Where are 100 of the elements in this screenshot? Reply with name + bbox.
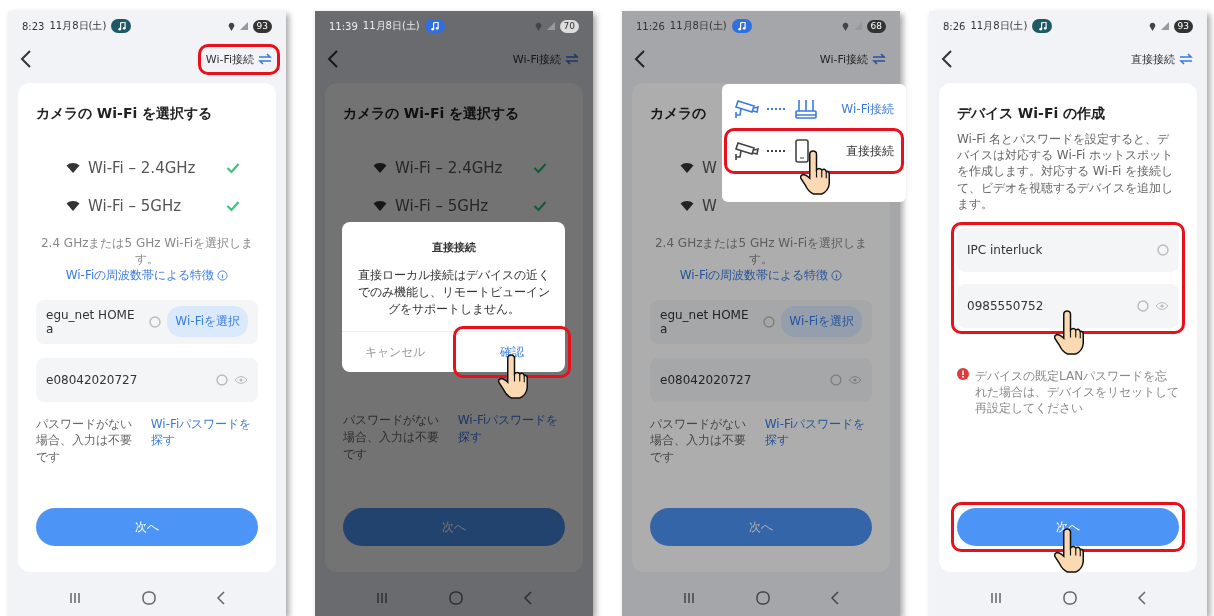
home-icon[interactable] xyxy=(1062,590,1078,606)
band-label: W xyxy=(702,197,718,215)
screen-title: カメラの Wi-Fi を選択する xyxy=(343,105,520,123)
status-time: 8:23 xyxy=(22,20,45,32)
eye-icon[interactable] xyxy=(234,374,248,385)
status-time: 8:26 xyxy=(943,20,966,32)
swap-icon xyxy=(1179,53,1193,65)
dialog-message: 直接ローカル接続はデバイスの近くでのみ機能し、リモートビューイングをサポートしません。 xyxy=(356,267,551,318)
menu-item[interactable]: 直接接続 xyxy=(730,134,898,168)
field-value: egu_net HOME a xyxy=(660,307,750,336)
field-value: e08042020727 xyxy=(46,372,139,387)
recent-apps-icon[interactable] xyxy=(681,592,696,604)
info-text: 2.4 GHzまたは5 GHz Wi-Fiを選択します。 xyxy=(39,235,254,268)
recent-apps-icon[interactable] xyxy=(988,592,1003,604)
clear-icon[interactable] xyxy=(216,373,228,386)
status-time: 11:26 xyxy=(636,20,665,32)
hint-text: パスワードがない場合、入力は不要です xyxy=(343,412,440,463)
battery-level: 68 xyxy=(866,19,886,33)
dialog-title: 直接接続 xyxy=(431,240,476,255)
password-field[interactable]: 0985550752 xyxy=(957,283,1179,328)
status-time: 11:39 xyxy=(329,20,358,32)
swap-icon xyxy=(258,53,272,65)
password-field[interactable]: e08042020727 xyxy=(36,357,258,402)
back-icon[interactable] xyxy=(1137,591,1148,605)
info-link[interactable]: Wi-Fiの周波数帯による特徴 xyxy=(679,267,829,284)
clear-icon[interactable] xyxy=(1137,299,1149,312)
clear-icon[interactable] xyxy=(830,373,842,386)
home-icon[interactable] xyxy=(755,590,771,606)
music-icon xyxy=(737,21,747,31)
screen-title: カメラの xyxy=(650,105,706,123)
back-icon[interactable] xyxy=(941,49,953,69)
back-icon[interactable] xyxy=(20,49,32,69)
battery-level: 70 xyxy=(559,19,579,33)
clear-icon[interactable] xyxy=(149,315,162,328)
field-value: egu_net HOME a xyxy=(46,307,136,336)
ssid-field[interactable]: egu_net HOME a Wi-Fiを選択 xyxy=(36,299,258,344)
info-text: 2.4 GHzまたは5 GHz Wi-Fiを選択します。 xyxy=(653,235,868,268)
battery-level: 93 xyxy=(1173,19,1193,33)
next-button[interactable]: 次へ xyxy=(36,508,258,546)
status-date: 11月8日(土) xyxy=(362,19,420,33)
eye-icon[interactable] xyxy=(1155,300,1169,311)
password-help-link[interactable]: Wi-Fiパスワードを探す xyxy=(764,415,872,466)
info-link[interactable]: Wi-Fiの周波数帯による特徴 xyxy=(65,267,215,284)
swap-icon xyxy=(565,53,579,65)
wifi-icon xyxy=(680,200,694,212)
field-value: 0985550752 xyxy=(967,298,1045,313)
clear-icon[interactable] xyxy=(1157,243,1169,256)
clear-icon[interactable] xyxy=(763,315,776,328)
back-icon[interactable] xyxy=(634,49,646,69)
connection-mode-button[interactable]: Wi-Fi接続 xyxy=(817,49,888,69)
connection-mode-button[interactable]: 直接接続 xyxy=(1129,49,1195,69)
screen-title: デバイス Wi-Fi の作成 xyxy=(957,105,1106,123)
select-wifi-button[interactable]: Wi-Fiを選択 xyxy=(167,306,248,338)
password-help-link[interactable]: Wi-Fiパスワードを探す xyxy=(150,415,258,466)
swap-icon xyxy=(872,53,886,65)
password-help-link[interactable]: Wi-Fiパスワードを探す xyxy=(457,412,565,463)
camera-icon xyxy=(734,139,760,163)
dots-icon xyxy=(766,107,788,111)
hint-text: パスワードがない場合、入力は不要です xyxy=(36,415,133,466)
location-icon xyxy=(227,21,235,31)
signal-icon xyxy=(239,22,248,30)
wifi-icon xyxy=(680,162,694,174)
ssid-field[interactable]: egu_net HOME a Wi-Fiを選択 xyxy=(650,299,872,344)
status-date: 11月8日(土) xyxy=(970,19,1028,33)
screen-title: カメラの Wi-Fi を選択する xyxy=(36,105,213,123)
wifi-icon xyxy=(66,162,80,174)
wifi-icon xyxy=(373,200,387,212)
connection-mode-button[interactable]: Wi-Fi接続 xyxy=(510,49,581,69)
back-icon[interactable] xyxy=(216,591,227,605)
wifi-icon xyxy=(66,200,80,212)
band-label: Wi-Fi – 2.4GHz xyxy=(88,159,197,177)
warning-text: デバイスの既定LANパスワードを忘れた場合は、デバイスをリセットして再設定してください xyxy=(975,367,1179,417)
camera-icon xyxy=(734,97,760,121)
wifi-icon xyxy=(373,162,387,174)
band-label: W xyxy=(702,159,718,177)
band-label: Wi-Fi – 5GHz xyxy=(395,197,490,215)
battery-level: 93 xyxy=(252,19,272,33)
info-icon xyxy=(217,269,229,281)
connection-mode-button[interactable]: Wi-Fi接続 xyxy=(203,49,274,69)
signal-icon xyxy=(1160,22,1169,30)
phone-icon xyxy=(794,139,810,163)
cancel-button[interactable]: キャンセル xyxy=(342,332,449,373)
recent-apps-icon[interactable] xyxy=(374,592,389,604)
home-icon[interactable] xyxy=(141,590,157,606)
eye-icon[interactable] xyxy=(848,374,862,385)
hint-text: パスワードがない場合、入力は不要です xyxy=(650,415,747,466)
menu-item[interactable]: Wi-Fi接続 xyxy=(730,92,898,126)
location-icon xyxy=(841,21,849,31)
recent-apps-icon[interactable] xyxy=(67,592,82,604)
status-date: 11月8日(土) xyxy=(49,19,107,33)
band-label: Wi-Fi – 5GHz xyxy=(88,197,183,215)
music-icon xyxy=(1037,21,1047,31)
music-icon xyxy=(430,21,440,31)
home-icon[interactable] xyxy=(448,590,464,606)
warning-icon xyxy=(957,367,969,380)
select-wifi-button[interactable]: Wi-Fiを選択 xyxy=(781,306,862,338)
info-icon xyxy=(831,269,843,281)
next-button[interactable]: 次へ xyxy=(650,508,872,546)
password-field[interactable]: e08042020727 xyxy=(650,357,872,402)
name-field[interactable]: IPC interluck xyxy=(957,227,1179,272)
